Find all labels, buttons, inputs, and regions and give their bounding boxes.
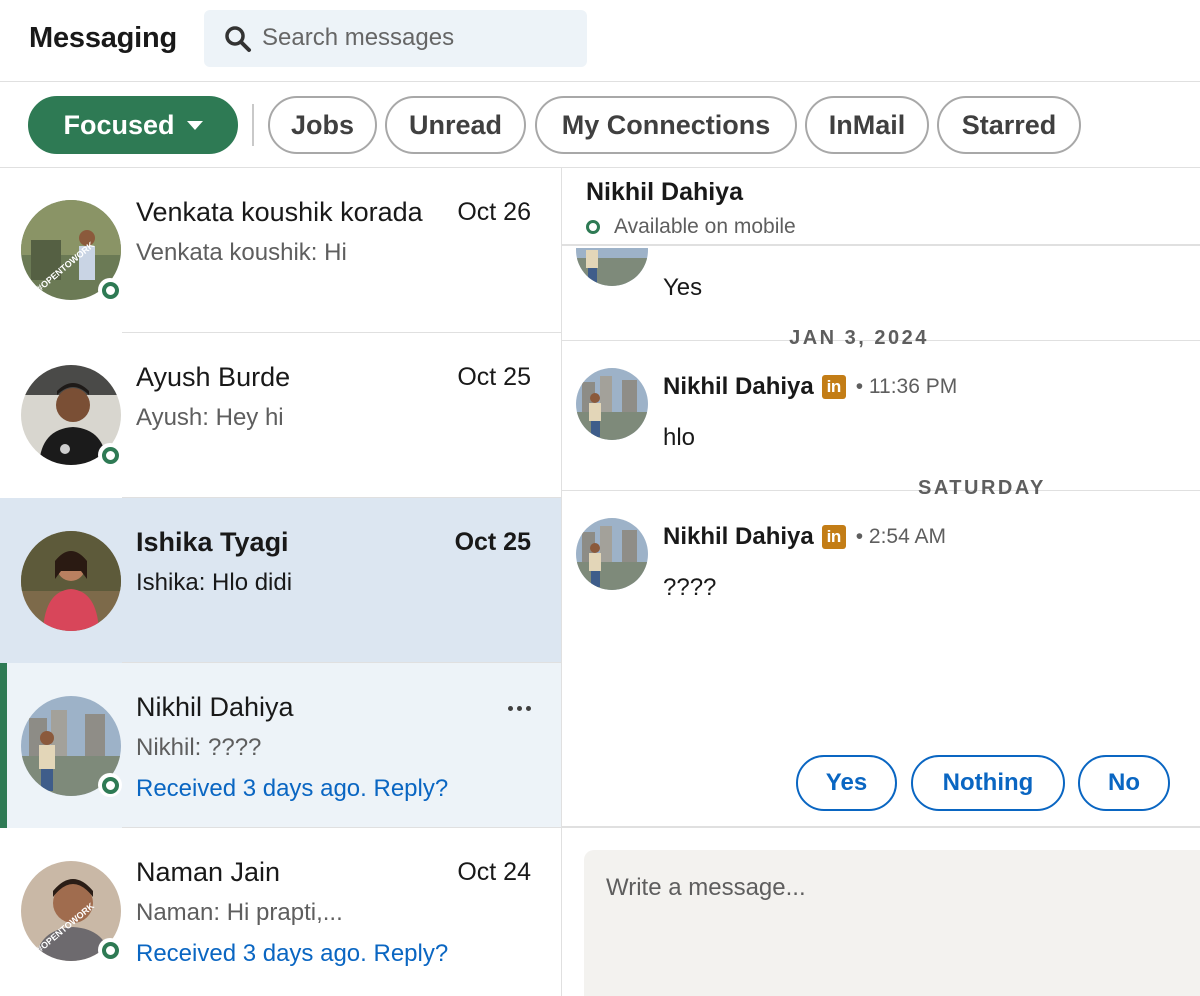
premium-badge-icon: in (821, 375, 846, 399)
caret-down-icon (186, 120, 203, 130)
reply-prompt-link[interactable]: Received 3 days ago. Reply? (136, 775, 448, 803)
thread-status: Available on mobile (586, 215, 796, 239)
conversation-snippet: Naman: Hi prapti,... (136, 899, 343, 926)
conversation-item[interactable]: #OPENTOWORK Venkata koushik korada Oct 2… (0, 168, 561, 333)
date-separator: JAN 3, 2024 (562, 325, 1200, 355)
avatar (21, 531, 121, 631)
filter-unread[interactable]: Unread (385, 96, 526, 154)
online-status-icon (98, 773, 122, 797)
messaging-header: Messaging (0, 0, 1200, 82)
conversation-date: Oct 26 (457, 198, 531, 226)
conversation-snippet: Ishika: Hlo didi (136, 569, 293, 596)
conversation-snippet: Venkata koushik: Hi (136, 239, 347, 266)
composer-area (562, 826, 1200, 996)
conversation-name: Nikhil Dahiya (136, 692, 294, 722)
sender-avatar[interactable] (576, 368, 648, 440)
message-text: ???? (663, 574, 717, 601)
message-sender[interactable]: Nikhil Dahiya in • 11:36 PM (663, 373, 957, 401)
conversation-item[interactable]: Nikhil Dahiya Nikhil: ???? Received 3 da… (0, 663, 561, 828)
conversation-date: Oct 25 (454, 528, 531, 556)
conversation-name: Naman Jain (136, 857, 281, 887)
message-time: • 11:36 PM (855, 375, 958, 398)
message-text: hlo (663, 424, 696, 451)
divider (252, 104, 254, 146)
conversation-date: Oct 25 (457, 363, 531, 391)
conversation-name: Ishika Tyagi (136, 527, 289, 557)
date-label: SATURDAY (918, 477, 1046, 499)
mobile-status-icon (586, 220, 600, 234)
message-thread: Nikhil Dahiya Available on mobile Yes JA… (562, 168, 1200, 996)
message-sender[interactable]: Nikhil Dahiya in • 2:54 AM (663, 523, 946, 551)
thread-contact-name[interactable]: Nikhil Dahiya (586, 178, 743, 207)
sender-name: Nikhil Dahiya (663, 523, 814, 550)
conversation-name: Ayush Burde (136, 362, 291, 392)
conversation-date: Oct 24 (457, 858, 531, 886)
status-text: Available on mobile (614, 215, 796, 238)
online-status-icon (98, 938, 122, 962)
message-time: • 2:54 AM (855, 525, 946, 548)
conversation-item[interactable]: Ishika Tyagi Oct 25 Ishika: Hlo didi 1 (0, 498, 561, 785)
quick-reply-yes[interactable]: Yes (796, 755, 897, 811)
premium-badge-icon: in (821, 525, 846, 549)
filter-starred[interactable]: Starred (937, 96, 1081, 154)
more-icon[interactable] (508, 706, 531, 711)
conversation-list: #OPENTOWORK Venkata koushik korada Oct 2… (0, 168, 562, 996)
search-box[interactable] (204, 10, 587, 67)
conversation-snippet: Ayush: Hey hi (136, 404, 284, 431)
online-status-icon (98, 443, 122, 467)
filter-label: Focused (63, 109, 175, 140)
thread-header: Nikhil Dahiya Available on mobile (562, 168, 1200, 246)
quick-reply-nothing[interactable]: Nothing (911, 755, 1065, 811)
conversation-name: Venkata koushik korada (136, 197, 423, 227)
filter-bar: Focused Jobs Unread My Connections InMai… (0, 82, 1200, 168)
filter-focused-dropdown[interactable]: Focused (28, 96, 238, 154)
filter-jobs[interactable]: Jobs (268, 96, 377, 154)
conversation-item[interactable]: Ayush Burde Oct 25 Ayush: Hey hi (0, 333, 561, 498)
reply-prompt-link[interactable]: Received 3 days ago. Reply? (136, 940, 448, 968)
search-icon (225, 26, 251, 52)
message-input[interactable] (584, 850, 1200, 996)
message-text: Yes (663, 274, 703, 301)
time-value: 11:36 PM (868, 375, 958, 398)
active-indicator (0, 663, 7, 828)
conversation-item[interactable]: #OPENTOWORK Naman Jain Oct 24 Naman: Hi … (0, 828, 561, 993)
sender-avatar[interactable] (576, 518, 648, 590)
date-label: JAN 3, 2024 (789, 327, 929, 349)
date-separator: SATURDAY (562, 475, 1200, 505)
quick-reply-no[interactable]: No (1078, 755, 1170, 811)
page-title: Messaging (29, 22, 178, 54)
online-status-icon (98, 278, 122, 302)
time-value: 2:54 AM (868, 525, 946, 548)
sender-name: Nikhil Dahiya (663, 373, 814, 400)
filter-inmail[interactable]: InMail (805, 96, 929, 154)
filter-my-connections[interactable]: My Connections (535, 96, 797, 154)
conversation-snippet: Nikhil: ???? (136, 734, 262, 761)
search-input[interactable] (262, 22, 572, 54)
